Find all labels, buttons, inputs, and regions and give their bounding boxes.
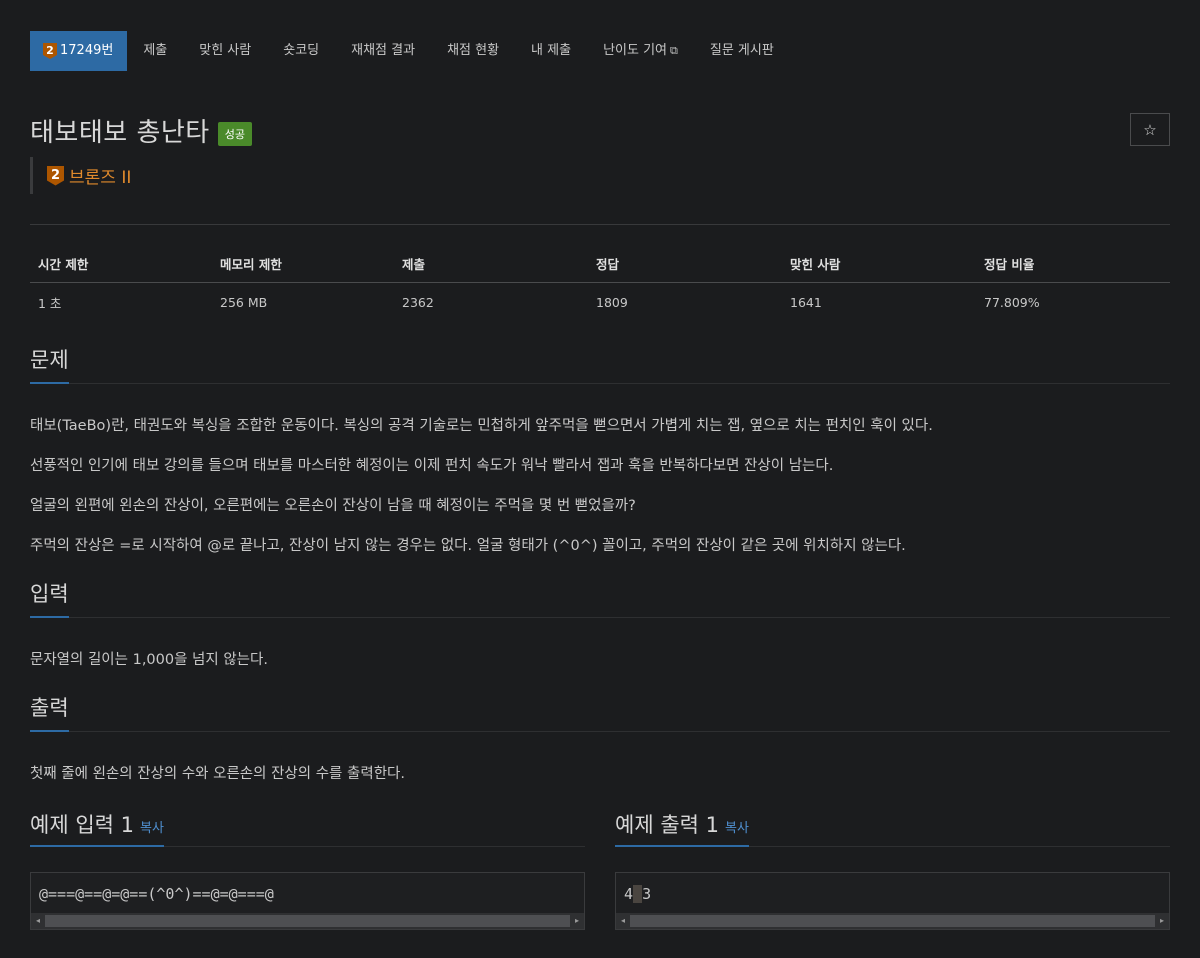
sample-output-title: 예제 출력 1 복사 [615, 810, 749, 847]
input-section-header: 입력 [30, 578, 1170, 618]
description-paragraph: 얼굴의 왼편에 왼손의 잔상이, 오른편에는 오른손이 잔상이 남을 때 혜정이… [30, 498, 636, 514]
table-row: 1 초 256 MB 2362 1809 1641 77.809% [30, 283, 1170, 323]
scroll-left-icon[interactable]: ◂ [616, 913, 630, 929]
table-header-row: 시간 제한 메모리 제한 제출 정답 맞힌 사람 정답 비율 [30, 244, 1170, 283]
accepted-value: 1809 [596, 295, 628, 310]
solved-users-value: 1641 [790, 295, 822, 310]
sample-output-left: 4 [624, 885, 634, 903]
favorite-button[interactable]: ☆ [1130, 113, 1170, 146]
sample-output-right: 3 [642, 885, 652, 903]
memory-limit-value: 256 MB [220, 295, 268, 310]
header-accept-ratio: 정답 비율 [976, 244, 1170, 283]
tier-label[interactable]: 브론즈 II [69, 163, 131, 188]
bronze-tier-icon: 2 [43, 43, 57, 59]
input-description: 문자열의 길이는 1,000을 넘지 않는다. [30, 652, 268, 668]
submissions-value: 2362 [402, 295, 434, 310]
sample-output-title-text: 예제 출력 1 [615, 813, 719, 837]
star-icon: ☆ [1143, 120, 1157, 139]
nav-question-board[interactable]: 질문 게시판 [694, 31, 790, 71]
output-section-header: 출력 [30, 692, 1170, 732]
problem-nav: 2 17249번 제출 맞힌 사람 숏코딩 재채점 결과 채점 현황 내 제출 … [30, 31, 790, 71]
description-title: 문제 [30, 344, 69, 384]
bronze-tier-icon: 2 [47, 165, 64, 186]
sample-output-header: 예제 출력 1 복사 [615, 810, 1170, 847]
nav-difficulty-contribution[interactable]: 난이도 기여 ⧉ [587, 31, 694, 71]
nav-problem-number[interactable]: 2 17249번 [30, 31, 128, 71]
problem-title: 태보태보 총난타 [30, 118, 210, 148]
copy-sample-input-button[interactable]: 복사 [140, 821, 164, 836]
sample-output-text: 4 3 [624, 885, 651, 903]
nav-submit[interactable]: 제출 [127, 31, 183, 71]
divider [30, 224, 1170, 225]
sample-input-box[interactable]: @===@==@=@==(^0^)==@=@===@ ◂ ▸ [30, 872, 585, 930]
header-submissions: 제출 [394, 244, 588, 283]
scroll-left-icon[interactable]: ◂ [31, 913, 45, 929]
scroll-right-icon[interactable]: ▸ [570, 913, 584, 929]
header-time-limit: 시간 제한 [30, 244, 212, 283]
scroll-right-icon[interactable]: ▸ [1155, 913, 1169, 929]
sample-input-header: 예제 입력 1 복사 [30, 810, 585, 847]
sample-output-box[interactable]: 4 3 ◂ ▸ [615, 872, 1170, 930]
nav-status[interactable]: 채점 현황 [431, 31, 515, 71]
output-description: 첫째 줄에 왼손의 잔상의 수와 오른손의 잔상의 수를 출력한다. [30, 766, 405, 782]
problem-info-table: 시간 제한 메모리 제한 제출 정답 맞힌 사람 정답 비율 1 초 256 M… [30, 244, 1170, 322]
scrollbar-thumb[interactable] [45, 915, 570, 927]
header-memory-limit: 메모리 제한 [212, 244, 394, 283]
header-solved-users: 맞힌 사람 [782, 244, 976, 283]
nav-rejudge-results[interactable]: 재채점 결과 [335, 31, 431, 71]
external-link-icon: ⧉ [670, 44, 678, 57]
time-limit-value: 1 초 [38, 296, 62, 311]
tier-info: 2 브론즈 II [30, 157, 131, 194]
input-title: 입력 [30, 578, 69, 618]
sample-input-title-text: 예제 입력 1 [30, 813, 134, 837]
copy-sample-output-button[interactable]: 복사 [725, 821, 749, 836]
header-accepted: 정답 [588, 244, 782, 283]
nav-solved-users[interactable]: 맞힌 사람 [183, 31, 267, 71]
output-title: 출력 [30, 692, 69, 732]
horizontal-scrollbar[interactable]: ◂ ▸ [616, 913, 1169, 929]
nav-difficulty-label: 난이도 기여 [603, 43, 667, 58]
description-paragraph: 주먹의 잔상은 =로 시작하여 @로 끝나고, 잔상이 남지 않는 경우는 없다… [30, 538, 906, 554]
nav-my-submissions[interactable]: 내 제출 [515, 31, 587, 71]
description-paragraph: 선풍적인 인기에 태보 강의를 들으며 태보를 마스터한 혜정이는 이제 펀치 … [30, 458, 834, 474]
problem-number-label: 17249번 [60, 43, 114, 58]
text-selection [633, 885, 643, 903]
scrollbar-thumb[interactable] [630, 915, 1155, 927]
status-badge: 성공 [217, 121, 252, 146]
description-paragraph: 태보(TaeBo)란, 태권도와 복싱을 조합한 운동이다. 복싱의 공격 기술… [30, 418, 933, 434]
sample-input-text: @===@==@=@==(^0^)==@=@===@ [39, 885, 274, 903]
title-row: 태보태보 총난타 성공 [30, 112, 252, 149]
horizontal-scrollbar[interactable]: ◂ ▸ [31, 913, 584, 929]
description-section-header: 문제 [30, 344, 1170, 384]
nav-short-coding[interactable]: 숏코딩 [267, 31, 335, 71]
sample-input-title: 예제 입력 1 복사 [30, 810, 164, 847]
accept-ratio-value: 77.809% [984, 295, 1040, 310]
